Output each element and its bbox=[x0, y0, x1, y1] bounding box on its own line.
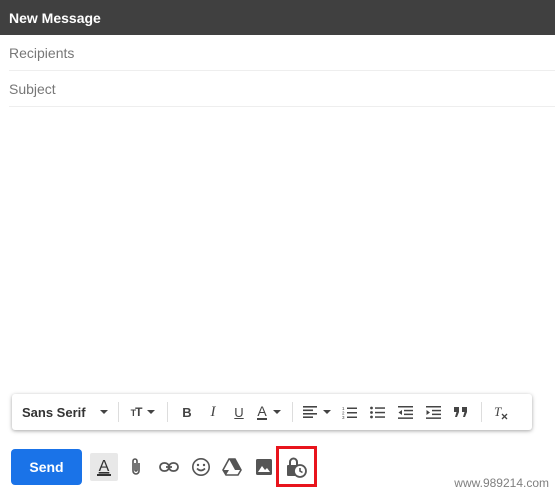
indent-more-icon bbox=[425, 405, 441, 419]
quote-icon bbox=[454, 407, 467, 417]
indent-more-button[interactable] bbox=[419, 398, 447, 426]
italic-icon: I bbox=[210, 403, 216, 420]
subject-input[interactable] bbox=[9, 71, 555, 106]
align-button[interactable] bbox=[299, 398, 335, 426]
insert-photo-button[interactable] bbox=[250, 453, 278, 481]
text-color-icon: A bbox=[257, 402, 267, 420]
window-title-text: New Message bbox=[9, 9, 101, 26]
font-family-select[interactable]: Sans Serif bbox=[22, 398, 112, 426]
window-title: New Message bbox=[0, 0, 555, 35]
quote-button[interactable] bbox=[447, 398, 475, 426]
svg-text:3: 3 bbox=[342, 415, 345, 419]
photo-icon bbox=[256, 459, 272, 475]
indent-less-button[interactable] bbox=[391, 398, 419, 426]
formatting-options-button[interactable]: A bbox=[90, 453, 118, 481]
insert-link-button[interactable] bbox=[155, 453, 183, 481]
chevron-down-icon bbox=[99, 410, 108, 414]
attach-files-button[interactable] bbox=[122, 453, 150, 481]
text-size-icon: TT bbox=[130, 405, 143, 419]
recipients-field[interactable] bbox=[9, 35, 555, 71]
highlight-box bbox=[276, 446, 317, 487]
chevron-down-icon bbox=[323, 410, 331, 414]
divider bbox=[167, 402, 168, 422]
send-button[interactable]: Send bbox=[11, 449, 82, 485]
insert-drive-button[interactable] bbox=[218, 453, 246, 481]
subject-field[interactable] bbox=[9, 71, 555, 107]
recipients-input[interactable] bbox=[9, 35, 555, 70]
divider bbox=[292, 402, 293, 422]
divider bbox=[118, 402, 119, 422]
align-icon bbox=[303, 406, 317, 418]
italic-button[interactable]: I bbox=[200, 398, 226, 426]
numbered-list-icon: 1 2 3 bbox=[342, 406, 357, 419]
remove-formatting-button[interactable]: T bbox=[488, 398, 514, 426]
link-icon bbox=[159, 462, 179, 472]
bold-button[interactable]: B bbox=[174, 398, 200, 426]
formatting-options-icon: A bbox=[97, 458, 111, 476]
underline-icon: U bbox=[234, 404, 244, 420]
indent-less-icon bbox=[397, 405, 413, 419]
text-size-button[interactable]: TT bbox=[125, 398, 161, 426]
emoji-icon bbox=[192, 458, 210, 476]
text-color-button[interactable]: A bbox=[252, 398, 286, 426]
remove-formatting-icon: T bbox=[494, 404, 508, 420]
divider bbox=[481, 402, 482, 422]
message-body[interactable] bbox=[9, 108, 549, 388]
svg-text:T: T bbox=[494, 404, 502, 419]
attach-icon bbox=[132, 458, 140, 475]
watermark: www.989214.com bbox=[454, 476, 549, 490]
svg-text:A: A bbox=[99, 458, 110, 475]
formatting-toolbar: Sans Serif TT B I U A 1 2 3 T bbox=[12, 394, 532, 430]
underline-button[interactable]: U bbox=[226, 398, 252, 426]
insert-emoji-button[interactable] bbox=[187, 453, 215, 481]
numbered-list-button[interactable]: 1 2 3 bbox=[335, 398, 363, 426]
bulleted-list-button[interactable] bbox=[363, 398, 391, 426]
bulleted-list-icon bbox=[369, 406, 385, 418]
drive-icon bbox=[222, 458, 242, 476]
font-family-label: Sans Serif bbox=[22, 404, 86, 420]
chevron-down-icon bbox=[272, 410, 281, 414]
chevron-down-icon bbox=[147, 410, 156, 414]
bold-icon: B bbox=[182, 404, 192, 420]
